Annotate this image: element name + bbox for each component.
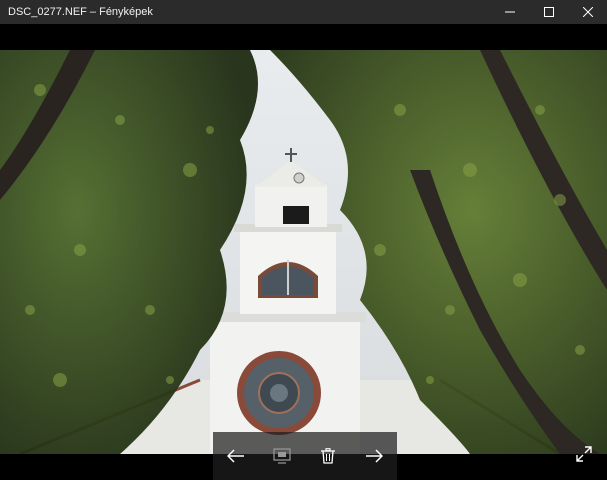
maximize-button[interactable] [529,0,568,24]
arrow-right-icon [366,449,383,463]
slideshow-icon [273,448,291,464]
expand-icon [576,446,592,462]
photo-area[interactable] [0,24,607,480]
close-button[interactable] [568,0,607,24]
trash-icon [321,448,335,464]
arrow-left-icon [227,449,244,463]
delete-button[interactable] [308,436,348,476]
title-bar: DSC_0277.NEF – Fényképek [0,0,607,24]
next-button[interactable] [354,436,394,476]
slideshow-button[interactable] [262,436,302,476]
minimize-button[interactable] [490,0,529,24]
maximize-icon [543,7,554,17]
close-icon [582,7,593,17]
minimize-icon [504,11,515,13]
photo-toolbar [213,432,397,480]
fullscreen-button[interactable] [568,438,600,470]
window-title: DSC_0277.NEF – Fényképek [8,6,153,18]
photo [0,50,607,454]
previous-button[interactable] [216,436,256,476]
